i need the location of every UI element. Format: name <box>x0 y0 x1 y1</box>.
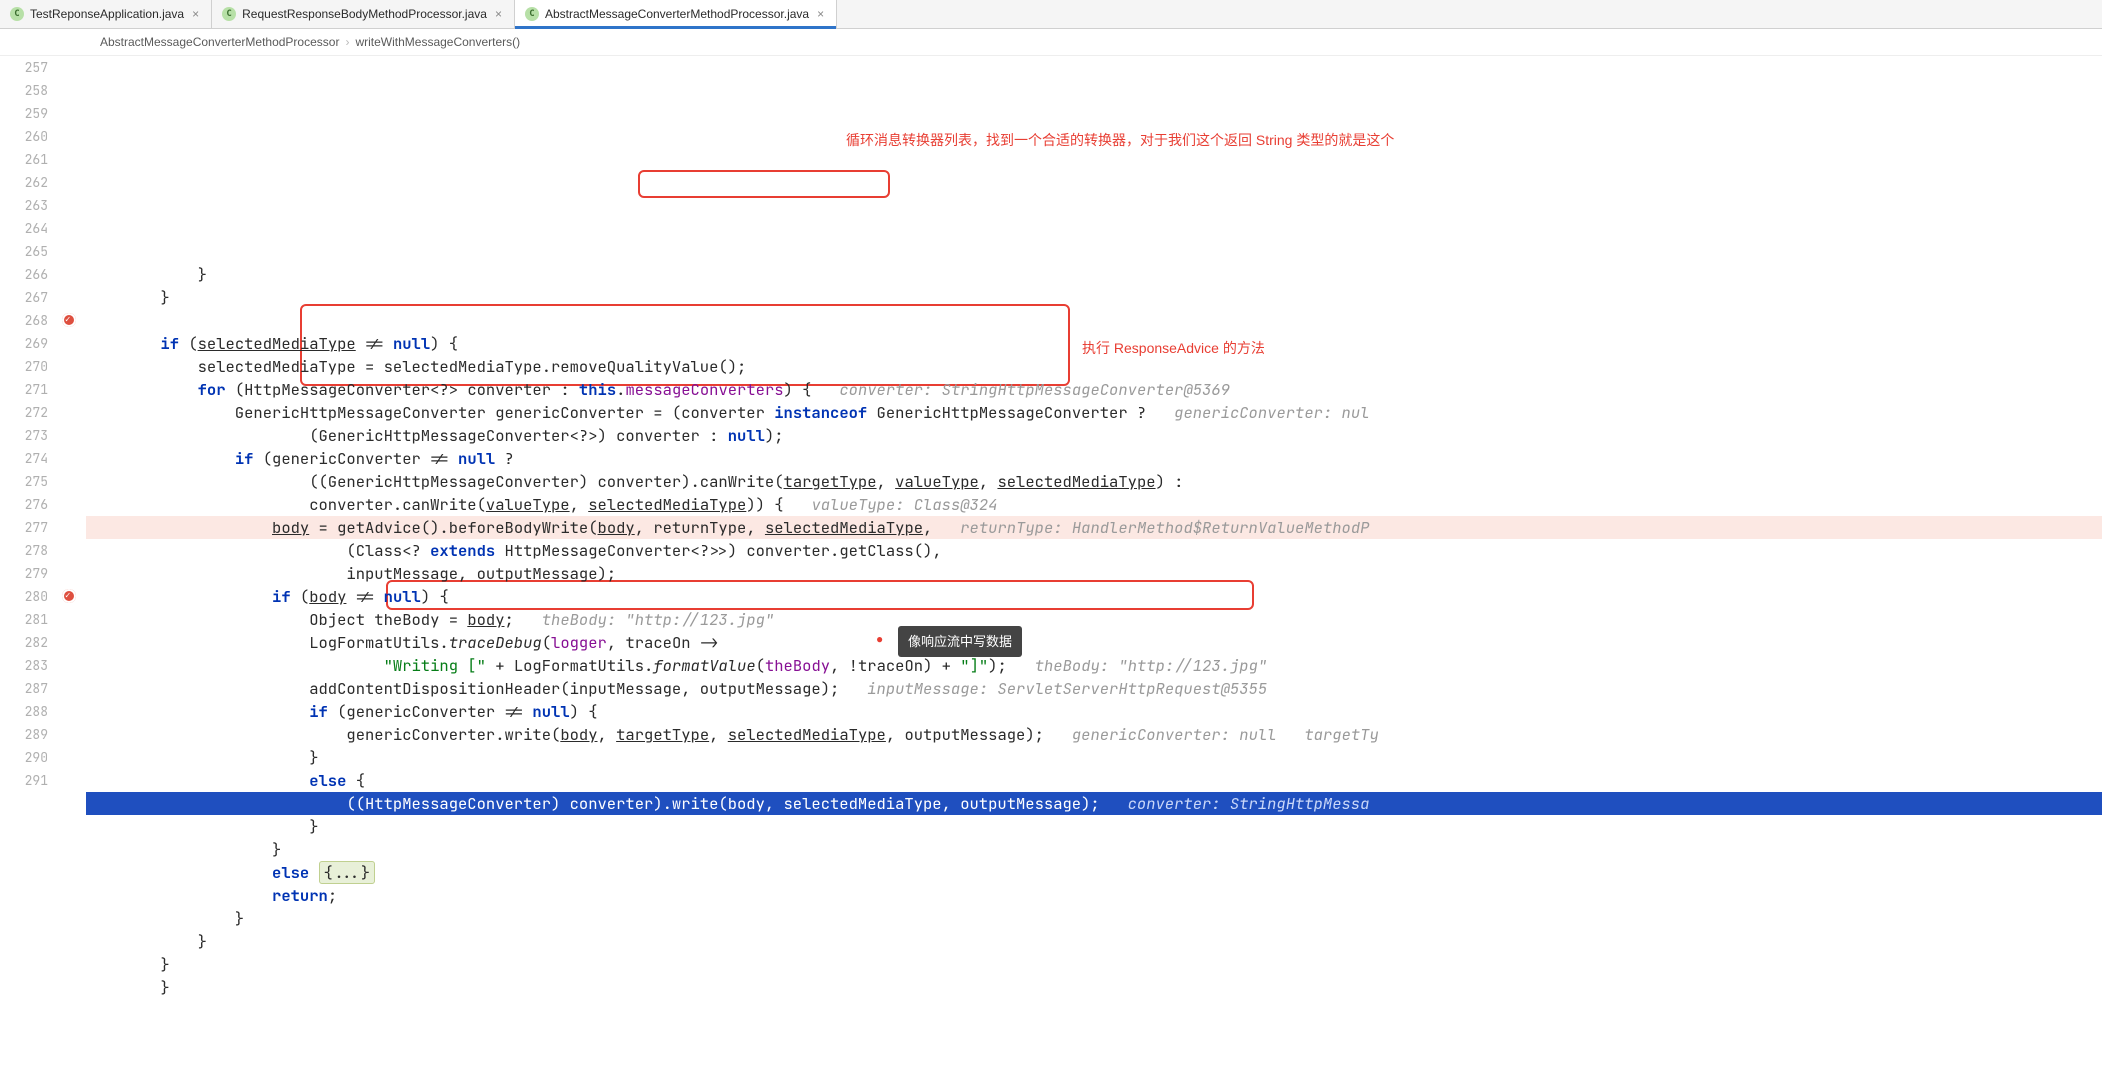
line-number: 281 <box>0 608 48 631</box>
code-line[interactable]: body = getAdvice().beforeBodyWrite(body,… <box>86 516 2102 539</box>
code-line[interactable]: if (selectedMediaType != null) { <box>86 332 2102 355</box>
tab-label: RequestResponseBodyMethodProcessor.java <box>242 7 487 21</box>
code-line[interactable]: } <box>86 953 2102 976</box>
code-line[interactable]: } <box>86 746 2102 769</box>
fold-ellipsis[interactable]: {...} <box>319 861 376 884</box>
line-number: 282 <box>0 631 48 654</box>
code-line[interactable] <box>86 309 2102 332</box>
breadcrumb-class[interactable]: AbstractMessageConverterMethodProcessor <box>100 35 339 49</box>
line-number: 288 <box>0 700 48 723</box>
annotation-box-converters <box>638 170 890 198</box>
line-number: 274 <box>0 447 48 470</box>
line-number: 273 <box>0 424 48 447</box>
line-number: 271 <box>0 378 48 401</box>
code-line[interactable]: Object theBody = body; theBody: "http://… <box>86 608 2102 631</box>
code-line[interactable]: } <box>86 815 2102 838</box>
line-number: 278 <box>0 539 48 562</box>
code-editor[interactable]: 2572582592602612622632642652662672682692… <box>0 56 2102 999</box>
code-line[interactable]: else {...} <box>86 861 2102 884</box>
code-line[interactable]: } <box>86 976 2102 999</box>
code-line[interactable]: } <box>86 286 2102 309</box>
breadcrumb: AbstractMessageConverterMethodProcessor … <box>0 29 2102 56</box>
code-line[interactable]: if (genericConverter != null) { <box>86 700 2102 723</box>
java-class-icon: C <box>10 7 24 21</box>
breadcrumb-method[interactable]: writeWithMessageConverters() <box>355 35 520 49</box>
code-line[interactable]: } <box>86 930 2102 953</box>
editor-tab[interactable]: C RequestResponseBodyMethodProcessor.java… <box>212 0 515 28</box>
line-number: 276 <box>0 493 48 516</box>
code-line[interactable]: "Writing [" + LogFormatUtils.formatValue… <box>86 654 2102 677</box>
code-line[interactable]: return; <box>86 884 2102 907</box>
code-line[interactable]: ((HttpMessageConverter) converter).write… <box>86 792 2102 815</box>
line-number: 277 <box>0 516 48 539</box>
line-number: 275 <box>0 470 48 493</box>
line-number: 263 <box>0 194 48 217</box>
code-line[interactable]: if (body != null) { <box>86 585 2102 608</box>
java-class-icon: C <box>222 7 236 21</box>
line-number: 279 <box>0 562 48 585</box>
line-number: 267 <box>0 286 48 309</box>
editor-tabs: C TestReponseApplication.java × C RequestRes… <box>0 0 2102 29</box>
line-number: 291 <box>0 769 48 792</box>
line-number: 260 <box>0 125 48 148</box>
code-line[interactable]: inputMessage, outputMessage); <box>86 562 2102 585</box>
line-number: 259 <box>0 102 48 125</box>
line-number: 289 <box>0 723 48 746</box>
line-number: 290 <box>0 746 48 769</box>
code-line[interactable]: if (genericConverter != null ? <box>86 447 2102 470</box>
line-number: 264 <box>0 217 48 240</box>
line-number: 272 <box>0 401 48 424</box>
code-line[interactable]: genericConverter.write(body, targetType,… <box>86 723 2102 746</box>
code-line[interactable]: } <box>86 263 2102 286</box>
editor-tab[interactable]: C AbstractMessageConverterMethodProcessor… <box>515 0 837 28</box>
line-number: 257 <box>0 56 48 79</box>
code-line[interactable]: addContentDispositionHeader(inputMessage… <box>86 677 2102 700</box>
breakpoint-icon[interactable] <box>62 313 76 327</box>
code-line[interactable]: selectedMediaType = selectedMediaType.re… <box>86 355 2102 378</box>
close-icon[interactable]: × <box>190 7 201 21</box>
editor-tab[interactable]: C TestReponseApplication.java × <box>0 0 212 28</box>
line-number: 265 <box>0 240 48 263</box>
line-number: 280 <box>0 585 48 608</box>
code-line[interactable]: GenericHttpMessageConverter genericConve… <box>86 401 2102 424</box>
code-line[interactable]: } <box>86 907 2102 930</box>
line-number: 266 <box>0 263 48 286</box>
line-number: 287 <box>0 677 48 700</box>
line-number: 258 <box>0 79 48 102</box>
code-line[interactable]: ((GenericHttpMessageConverter) converter… <box>86 470 2102 493</box>
breakpoint-gutter[interactable] <box>56 56 86 999</box>
code-line[interactable]: (Class<? extends HttpMessageConverter<?>… <box>86 539 2102 562</box>
line-number: 262 <box>0 171 48 194</box>
code-line[interactable]: } <box>86 838 2102 861</box>
tab-label: TestReponseApplication.java <box>30 7 184 21</box>
close-icon[interactable]: × <box>493 7 504 21</box>
line-number: 283 <box>0 654 48 677</box>
java-class-icon: C <box>525 7 539 21</box>
code-line[interactable]: for (HttpMessageConverter<?> converter :… <box>86 378 2102 401</box>
tab-label: AbstractMessageConverterMethodProcessor.… <box>545 7 809 21</box>
line-number-gutter: 2572582592602612622632642652662672682692… <box>0 56 56 999</box>
code-area[interactable]: 循环消息转换器列表，找到一个合适的转换器，对于我们这个返回 String 类型的… <box>86 56 2102 999</box>
chevron-right-icon: › <box>345 35 349 49</box>
annotation-text-converters: 循环消息转换器列表，找到一个合适的转换器，对于我们这个返回 String 类型的… <box>846 129 1394 152</box>
breakpoint-icon[interactable] <box>62 589 76 603</box>
code-line[interactable]: converter.canWrite(valueType, selectedMe… <box>86 493 2102 516</box>
line-number: 268 <box>0 309 48 332</box>
line-number: 270 <box>0 355 48 378</box>
code-line[interactable]: else { <box>86 769 2102 792</box>
code-line[interactable]: LogFormatUtils.traceDebug(logger, traceO… <box>86 631 2102 654</box>
line-number: 269 <box>0 332 48 355</box>
close-icon[interactable]: × <box>815 7 826 21</box>
line-number: 261 <box>0 148 48 171</box>
code-line[interactable]: (GenericHttpMessageConverter<?>) convert… <box>86 424 2102 447</box>
